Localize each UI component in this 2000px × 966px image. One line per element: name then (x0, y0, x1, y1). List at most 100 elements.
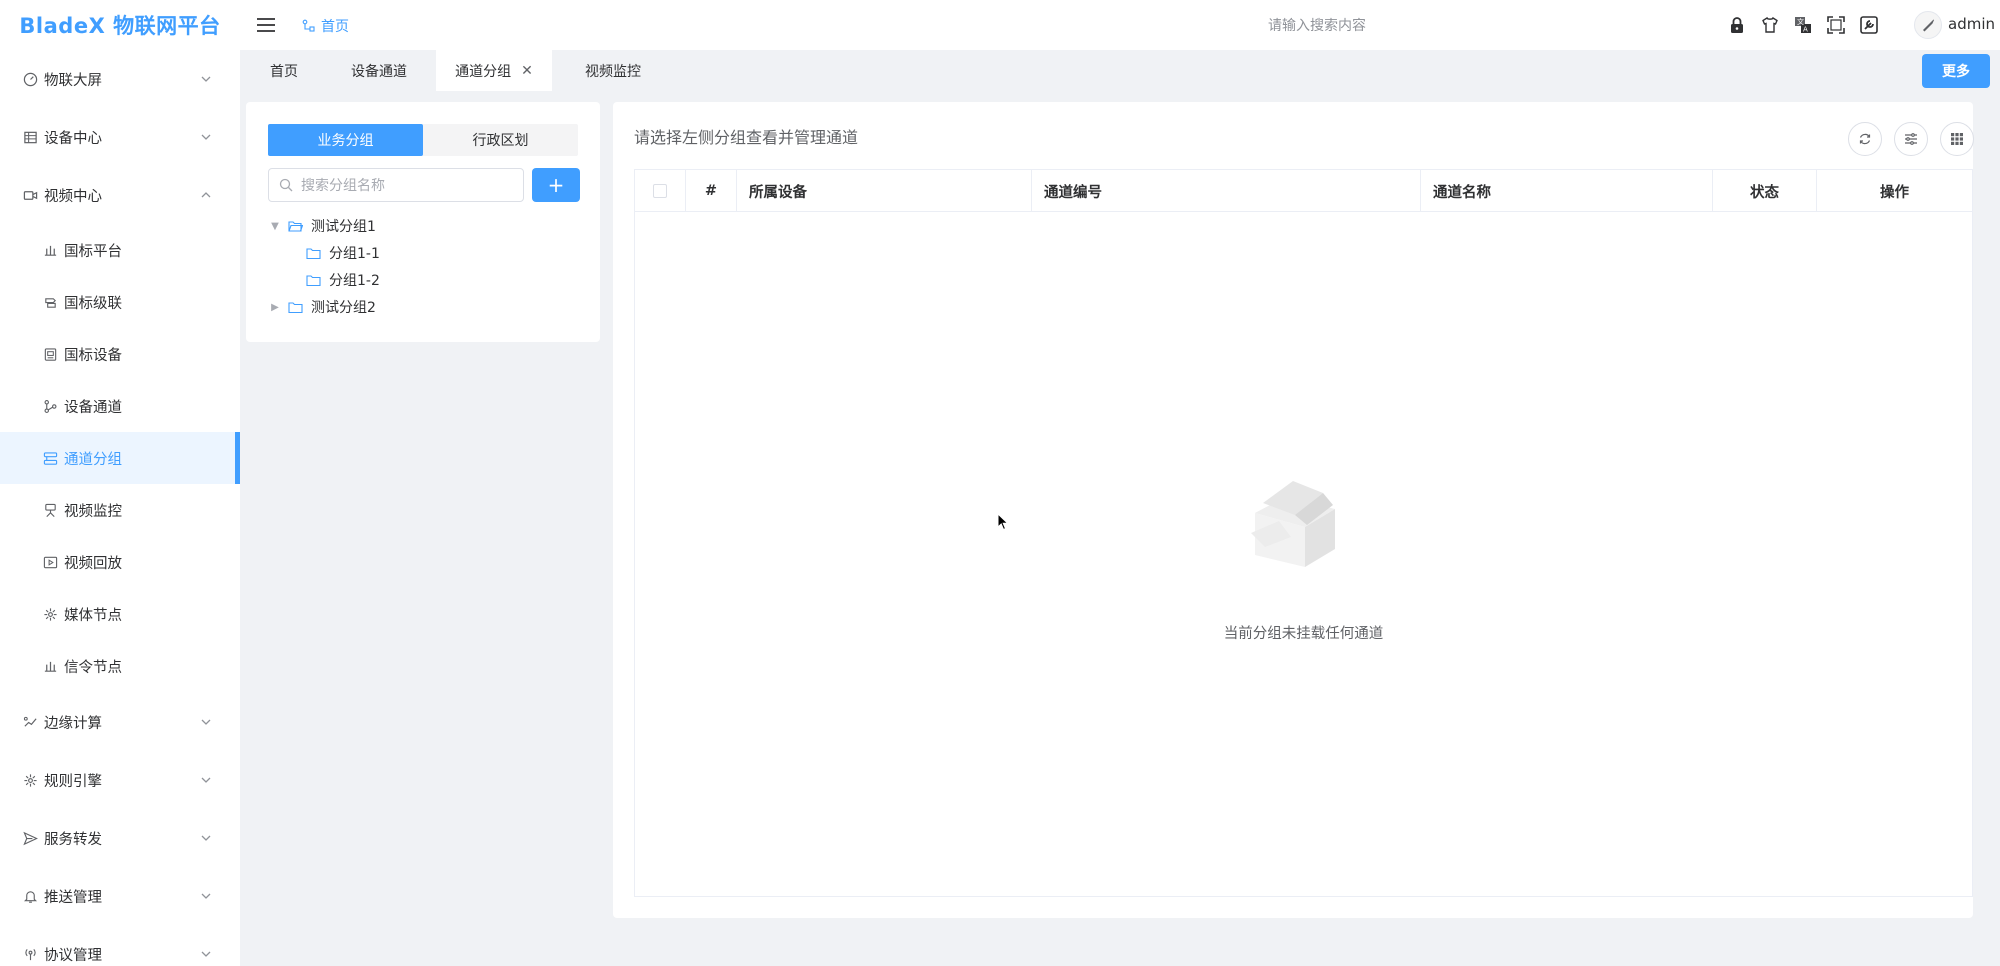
tab-device-channel[interactable]: 设备通道 (324, 50, 434, 91)
sidebar-item-label: 视频回放 (64, 555, 122, 572)
chevron-down-icon (201, 76, 211, 82)
tab-channel-group[interactable]: 通道分组 ✕ (436, 50, 552, 91)
group-search-input[interactable]: 搜索分组名称 (268, 168, 524, 202)
edge-compute-icon (22, 714, 38, 730)
bell-icon (22, 888, 38, 904)
menu-group-push-manage[interactable]: 推送管理 (0, 867, 240, 925)
theme-shirt-icon[interactable] (1760, 15, 1780, 35)
device-center-icon (22, 129, 38, 145)
lock-icon[interactable] (1727, 15, 1747, 35)
menu-group-service-forward[interactable]: 服务转发 (0, 809, 240, 867)
menu-group-dashboard[interactable]: 物联大屏 (0, 50, 240, 108)
caret-right-icon[interactable]: ▶ (268, 302, 282, 313)
tree-node-label: 分组1-2 (329, 273, 380, 289)
sidebar-item-video-monitor[interactable]: 视频监控 (0, 484, 240, 536)
chevron-down-icon (201, 835, 211, 841)
header-search-input[interactable]: 请输入搜索内容 (1268, 15, 1366, 35)
column-header-channel-id: 通道编号 (1032, 170, 1421, 212)
chevron-down-icon (201, 134, 211, 140)
user-name[interactable]: admin (1948, 15, 1995, 33)
refresh-icon (1859, 133, 1871, 145)
add-group-button[interactable]: + (532, 168, 580, 202)
tab-label: 通道分组 (455, 63, 512, 80)
group-panel: 业务分组 行政区划 搜索分组名称 + ▼ 测试分组1 分组1-1 分组1-2 ▶… (246, 102, 600, 342)
mouse-cursor-icon (997, 513, 1009, 531)
menu-group-protocol-manage[interactable]: 协议管理 (0, 925, 240, 966)
menu-group-device-center[interactable]: 设备中心 (0, 108, 240, 166)
cascade-icon (42, 294, 58, 310)
sidebar-item-video-playback[interactable]: 视频回放 (0, 536, 240, 588)
segment-admin-region[interactable]: 行政区划 (423, 124, 578, 156)
breadcrumb-label: 首页 (321, 19, 349, 35)
breadcrumb-icon (302, 19, 315, 32)
tree-node-group-1-1[interactable]: 分组1-1 (306, 243, 380, 263)
sidebar-item-device-channel[interactable]: 设备通道 (0, 380, 240, 432)
menu-group-edge-compute[interactable]: 边缘计算 (0, 693, 240, 751)
tab-label: 视频监控 (585, 63, 641, 80)
menu-group-label: 设备中心 (44, 130, 102, 147)
more-tabs-button[interactable]: 更多 (1922, 54, 1990, 88)
avatar[interactable] (1914, 11, 1942, 39)
sidebar-item-label: 媒体节点 (64, 607, 122, 624)
translate-icon[interactable]: 文A (1793, 15, 1813, 35)
group-search-placeholder: 搜索分组名称 (301, 178, 385, 194)
tree-node-label: 测试分组2 (311, 300, 376, 316)
folder-icon (306, 247, 321, 260)
refresh-button[interactable] (1848, 122, 1882, 156)
sidebar-item-gb-cascade[interactable]: 国标级联 (0, 276, 240, 328)
top-header: 首页 请输入搜索内容 文A admin (240, 0, 2000, 50)
chevron-down-icon (201, 719, 211, 725)
menu-group-label: 边缘计算 (44, 715, 102, 732)
menu-group-label: 服务转发 (44, 831, 102, 848)
grid-icon (1951, 133, 1963, 145)
menu-group-label: 规则引擎 (44, 773, 102, 790)
platform-icon (42, 242, 58, 258)
sidebar-item-label: 国标设备 (64, 347, 122, 364)
signal-node-icon (42, 658, 58, 674)
tree-node-group-2[interactable]: ▶ 测试分组2 (268, 297, 376, 317)
tree-node-group-1-2[interactable]: 分组1-2 (306, 270, 380, 290)
sidebar-item-gb-platform[interactable]: 国标平台 (0, 224, 240, 276)
filter-button[interactable] (1894, 122, 1928, 156)
sidebar-item-media-node[interactable]: 媒体节点 (0, 588, 240, 640)
tab-home[interactable]: 首页 (250, 50, 318, 91)
tab-label: 首页 (270, 63, 298, 80)
channel-group-icon (42, 450, 58, 466)
settings-tool-icon[interactable] (1859, 15, 1879, 35)
playback-icon (42, 554, 58, 570)
sidebar-item-signal-node[interactable]: 信令节点 (0, 640, 240, 692)
device-icon (42, 346, 58, 362)
menu-group-rule-engine[interactable]: 规则引擎 (0, 751, 240, 809)
tree-node-group-1[interactable]: ▼ 测试分组1 (268, 216, 376, 236)
sidebar: BladeX 物联网平台 物联大屏 设备中心 视频中心 国标平台 国标级联 国标… (0, 0, 240, 966)
menu-toggle-icon[interactable] (256, 15, 276, 35)
chevron-down-icon (201, 893, 211, 899)
select-all-checkbox[interactable] (653, 184, 667, 198)
segment-business-group[interactable]: 业务分组 (268, 124, 423, 156)
caret-down-icon[interactable]: ▼ (268, 221, 282, 232)
menu-group-video-center[interactable]: 视频中心 (0, 166, 240, 224)
plus-icon: + (547, 173, 565, 197)
dashboard-icon (22, 71, 38, 87)
channel-icon (42, 398, 58, 414)
sidebar-item-label: 视频监控 (64, 503, 122, 520)
tab-video-monitor[interactable]: 视频监控 (558, 50, 668, 91)
sidebar-item-channel-group[interactable]: 通道分组 (0, 432, 240, 484)
monitor-camera-icon (42, 502, 58, 518)
tabs-bar: 首页 设备通道 通道分组 ✕ 视频监控 更多 (240, 50, 2000, 91)
column-header-status: 状态 (1713, 170, 1817, 212)
antenna-icon (22, 946, 38, 962)
tree-node-label: 分组1-1 (329, 246, 380, 262)
app-logo[interactable]: BladeX 物联网平台 (0, 0, 240, 50)
column-header-device: 所属设备 (737, 170, 1032, 212)
close-icon[interactable]: ✕ (521, 63, 533, 79)
sidebar-item-gb-device[interactable]: 国标设备 (0, 328, 240, 380)
fullscreen-icon[interactable] (1826, 15, 1846, 35)
columns-button[interactable] (1940, 122, 1974, 156)
sidebar-item-label: 国标级联 (64, 295, 122, 312)
menu-group-label: 推送管理 (44, 889, 102, 906)
media-node-icon (42, 606, 58, 622)
select-all-cell (635, 170, 686, 212)
channel-panel: 请选择左侧分组查看并管理通道 # 所属设备 通道编号 通道名称 状态 操作 当前… (613, 102, 1974, 918)
breadcrumb[interactable]: 首页 (302, 16, 349, 36)
